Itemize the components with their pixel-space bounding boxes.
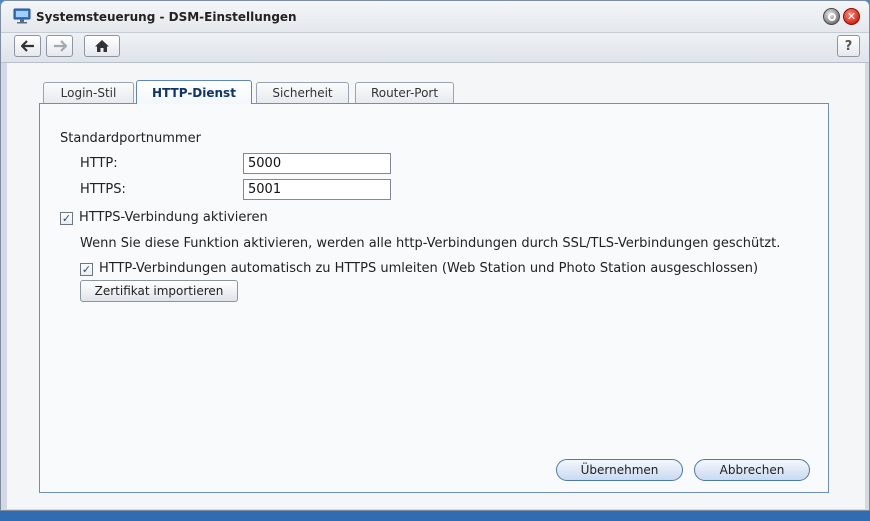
https-port-input[interactable] <box>243 179 391 200</box>
help-icon: ? <box>844 38 853 54</box>
tab-label: HTTP-Dienst <box>152 85 236 100</box>
title-bar: Systemsteuerung - DSM-Einstellungen ✕ <box>1 1 869 33</box>
content-area: Login-Stil HTTP-Dienst Sicherheit Router… <box>7 63 865 509</box>
tab-sicherheit[interactable]: Sicherheit <box>256 82 349 103</box>
arrow-right-icon <box>53 40 67 52</box>
redirect-https-label: HTTP-Verbindungen automatisch zu HTTPS u… <box>99 261 759 276</box>
https-port-label: HTTPS: <box>80 182 126 197</box>
toolbar: ? <box>1 33 869 63</box>
tab-login-stil[interactable]: Login-Stil <box>43 82 134 103</box>
minimize-icon <box>827 12 836 21</box>
redirect-https-checkbox[interactable]: ✓ <box>80 263 93 276</box>
window-title: Systemsteuerung - DSM-Einstellungen <box>36 10 297 24</box>
enable-https-checkbox[interactable]: ✓ <box>60 212 73 225</box>
back-button[interactable] <box>14 35 41 57</box>
home-icon <box>95 40 109 52</box>
close-button[interactable]: ✕ <box>843 8 860 25</box>
arrow-left-icon <box>20 40 34 52</box>
close-icon: ✕ <box>846 10 857 23</box>
help-button[interactable]: ? <box>837 35 860 57</box>
checkmark-icon: ✓ <box>61 212 72 225</box>
tab-bar: Login-Stil HTTP-Dienst Sicherheit Router… <box>43 80 843 104</box>
https-description: Wenn Sie diese Funktion aktivieren, werd… <box>80 236 781 251</box>
http-port-input[interactable] <box>243 153 391 174</box>
tab-label: Sicherheit <box>272 86 333 100</box>
tab-label: Router-Port <box>370 86 439 100</box>
http-settings-panel: Standardportnummer HTTP: HTTPS: ✓ HTTPS-… <box>39 103 829 493</box>
tab-http-dienst[interactable]: HTTP-Dienst <box>136 80 252 104</box>
checkmark-icon: ✓ <box>81 263 92 276</box>
minimize-button[interactable] <box>823 8 840 25</box>
http-port-label: HTTP: <box>80 156 118 171</box>
import-certificate-button[interactable]: Zertifikat importieren <box>80 280 238 302</box>
apply-button[interactable]: Übernehmen <box>556 459 683 481</box>
section-title: Standardportnummer <box>60 131 201 146</box>
settings-window: Systemsteuerung - DSM-Einstellungen ✕ ? … <box>0 0 870 511</box>
enable-https-label: HTTPS-Verbindung aktivieren <box>79 210 268 225</box>
tab-router-port[interactable]: Router-Port <box>355 82 454 103</box>
home-button[interactable] <box>84 35 120 57</box>
cancel-button[interactable]: Abbrechen <box>694 459 810 481</box>
monitor-icon <box>13 8 31 24</box>
forward-button[interactable] <box>46 35 73 57</box>
tab-label: Login-Stil <box>60 86 117 100</box>
